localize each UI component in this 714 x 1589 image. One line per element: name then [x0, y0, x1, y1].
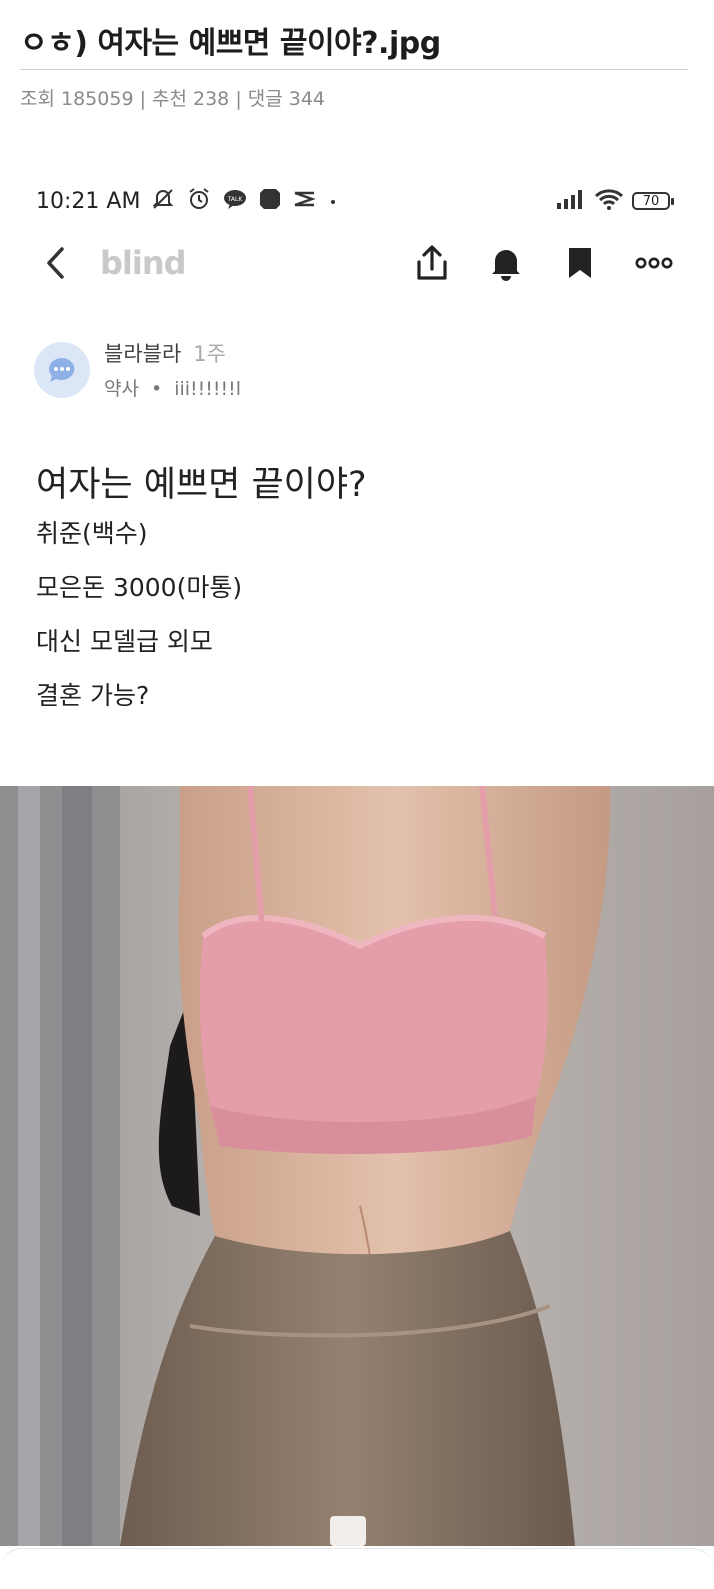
author-nickname: iii!!!!!!l	[174, 378, 242, 400]
bottom-sheet-edge	[0, 1548, 714, 1589]
post-line: 결혼 가능?	[36, 681, 150, 710]
post-title: 여자는 예쁘면 끝이야?	[36, 465, 367, 505]
bookmark-icon[interactable]	[560, 243, 600, 283]
share-icon[interactable]	[412, 243, 452, 283]
dot-icon	[328, 192, 338, 211]
status-time: 10:21 AM	[36, 188, 141, 214]
battery-indicator: 70	[632, 192, 674, 210]
wifi-icon	[594, 187, 624, 215]
app-bar: blind	[36, 236, 674, 290]
app-icon	[258, 187, 282, 215]
author-company[interactable]: 약사	[104, 378, 139, 400]
svg-text:TALK: TALK	[227, 196, 244, 203]
signal-icon	[556, 189, 586, 213]
chat-bubble-icon	[49, 357, 75, 382]
post-line: 모은돈 3000(마통)	[36, 573, 243, 602]
more-icon[interactable]	[634, 243, 674, 283]
status-bar: 10:21 AM TALK 70	[36, 184, 674, 218]
author-name[interactable]: 블라블라	[104, 342, 181, 366]
page-title: ㅇㅎ) 여자는 예쁘면 끝이야?.jpg	[20, 26, 441, 61]
post-line: 대신 모델급 외모	[36, 627, 213, 656]
post-stats: 조회 185059 | 추천 238 | 댓글 344	[20, 88, 326, 110]
back-icon[interactable]	[36, 243, 76, 283]
bell-icon[interactable]	[486, 243, 526, 283]
title-divider	[20, 69, 688, 70]
alarm-icon	[186, 186, 212, 216]
blind-logo: blind	[100, 244, 187, 282]
post-time: 1주	[193, 342, 226, 366]
kakaotalk-icon: TALK	[222, 186, 248, 216]
mute-icon	[150, 186, 176, 216]
post-body: 취준(백수) 모은돈 3000(마통) 대신 모델급 외모 결혼 가능?	[36, 518, 242, 734]
photo-illustration	[0, 786, 714, 1546]
avatar[interactable]	[34, 341, 90, 398]
capcut-icon	[292, 188, 318, 214]
post-photo[interactable]	[0, 786, 714, 1546]
post-line: 취준(백수)	[36, 519, 148, 548]
post-author: 블라블라 1주 약사 • iii!!!!!!l	[34, 338, 241, 401]
separator-dot: •	[150, 378, 163, 400]
